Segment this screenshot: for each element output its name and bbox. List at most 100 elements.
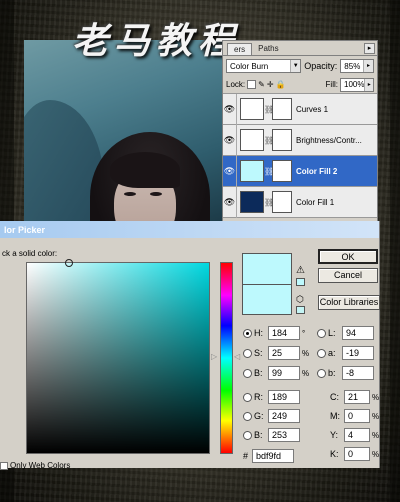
- web-safe-cube-icon[interactable]: ⬡: [296, 294, 304, 305]
- yellow-unit: %: [372, 430, 380, 440]
- lab-l-input[interactable]: 94: [342, 326, 374, 340]
- current-color-swatch[interactable]: [242, 285, 292, 315]
- web-only-row: Only Web Colors: [0, 461, 70, 470]
- layer-thumbnail[interactable]: [240, 160, 264, 182]
- hue-unit: °: [302, 328, 306, 338]
- layer-name[interactable]: Color Fill 1: [296, 198, 334, 207]
- lab-a-label: a:: [328, 348, 336, 358]
- layer-row[interactable]: 👁 ⛓ Color Fill 1: [223, 186, 377, 218]
- saturation-label: S:: [254, 348, 263, 358]
- web-only-checkbox[interactable]: [0, 461, 8, 470]
- layer-row[interactable]: 👁 ⛓ Color Fill 2: [223, 155, 377, 187]
- brightness-radio[interactable]: [243, 368, 252, 378]
- blue-radio[interactable]: [243, 430, 252, 440]
- chain-link-icon[interactable]: ⛓: [264, 198, 274, 207]
- saturation-radio[interactable]: [243, 348, 252, 358]
- cancel-button[interactable]: Cancel: [318, 268, 378, 283]
- lock-move-icon[interactable]: ✛: [267, 80, 274, 89]
- color-cursor[interactable]: [65, 259, 73, 267]
- chevron-right-icon: ▸: [364, 78, 373, 91]
- lock-all-icon[interactable]: 🔒: [276, 80, 286, 89]
- lab-b-label: b:: [328, 368, 336, 378]
- layer-list: 👁 ⛓ Curves 1 👁 ⛓ Brightness/Contr... 👁 ⛓ Color F…: [223, 93, 377, 218]
- hex-label: #: [243, 451, 249, 461]
- portrait-photo: [24, 40, 224, 222]
- panel-menu-icon[interactable]: ▸: [364, 43, 375, 54]
- color-libraries-button[interactable]: Color Libraries: [318, 295, 380, 310]
- fill-field[interactable]: 100% ▸: [340, 77, 374, 92]
- layer-name[interactable]: Curves 1: [296, 105, 328, 114]
- lab-a-radio[interactable]: [317, 348, 326, 358]
- magenta-input[interactable]: 0: [344, 409, 370, 423]
- saturation-brightness-field[interactable]: [26, 259, 210, 454]
- lab-l-radio[interactable]: [317, 328, 326, 338]
- green-radio[interactable]: [243, 411, 252, 421]
- web-safe-swatch[interactable]: [296, 306, 305, 314]
- ok-button[interactable]: OK: [318, 249, 378, 264]
- hex-input[interactable]: bdf9fd: [252, 449, 295, 463]
- hue-slider[interactable]: [220, 262, 233, 454]
- layer-mask-thumbnail[interactable]: [272, 98, 292, 120]
- opacity-label: Opacity:: [304, 61, 338, 71]
- dialog-title: lor Picker: [4, 224, 46, 235]
- layer-mask-thumbnail[interactable]: [272, 160, 292, 182]
- eye-icon[interactable]: 👁: [223, 124, 237, 156]
- hue-label: H:: [254, 328, 263, 338]
- magenta-label: M:: [330, 411, 340, 421]
- black-row: K: 0 %: [330, 447, 380, 461]
- lab-l-label: L:: [328, 328, 336, 338]
- layer-mask-thumbnail[interactable]: [272, 191, 292, 213]
- black-input[interactable]: 0: [344, 447, 370, 461]
- layer-name[interactable]: Color Fill 2: [296, 167, 337, 176]
- eye-icon[interactable]: 👁: [223, 186, 237, 218]
- layer-thumbnail[interactable]: [240, 129, 264, 151]
- brightness-label: B:: [254, 368, 263, 378]
- layer-row[interactable]: 👁 ⛓ Brightness/Contr...: [223, 124, 377, 156]
- right-eye: [150, 192, 162, 196]
- opacity-field[interactable]: 85% ▸: [340, 59, 374, 73]
- chain-link-icon[interactable]: ⛓: [264, 136, 274, 145]
- lab-l-row: L: 94: [317, 326, 374, 340]
- fill-value: 100%: [344, 80, 365, 89]
- lock-transparency-icon[interactable]: [247, 80, 257, 89]
- layer-row[interactable]: 👁 ⛓ Curves 1: [223, 93, 377, 125]
- layer-mask-thumbnail[interactable]: [272, 129, 292, 151]
- eye-icon[interactable]: 👁: [223, 155, 237, 187]
- hue-slider-right-icon[interactable]: ◁: [234, 352, 240, 361]
- lock-brush-icon[interactable]: ✎: [258, 80, 265, 89]
- cyan-input[interactable]: 21: [344, 390, 370, 404]
- chain-link-icon[interactable]: ⛓: [264, 167, 274, 176]
- blend-mode-select[interactable]: Color Burn ▼: [226, 59, 302, 73]
- lab-b-radio[interactable]: [317, 368, 326, 378]
- layer-thumbnail[interactable]: [240, 98, 264, 120]
- gamut-warning-icon[interactable]: ⚠: [296, 265, 305, 276]
- saturation-input[interactable]: 25: [268, 346, 300, 360]
- brightness-input[interactable]: 99: [268, 366, 300, 380]
- hue-radio[interactable]: [243, 328, 252, 338]
- red-radio[interactable]: [243, 392, 252, 402]
- tab-layers[interactable]: ers: [227, 43, 253, 55]
- chevron-down-icon: ▼: [290, 60, 301, 72]
- eye-icon[interactable]: 👁: [223, 93, 237, 125]
- green-input[interactable]: 249: [268, 409, 300, 423]
- lab-b-row: b: -8: [317, 366, 374, 380]
- lab-b-input[interactable]: -8: [342, 366, 374, 380]
- dialog-titlebar: lor Picker: [0, 221, 379, 238]
- new-color-swatch: [242, 253, 292, 285]
- grunge-background: 老马教程 ers Paths ▸ Color Burn ▼ Opacity: 8…: [0, 0, 400, 502]
- gamut-swatch[interactable]: [296, 278, 305, 286]
- red-row: R: 189: [243, 390, 300, 404]
- tab-paths[interactable]: Paths: [252, 43, 284, 55]
- lab-a-input[interactable]: -19: [342, 346, 374, 360]
- black-label: K:: [330, 449, 339, 459]
- hue-slider-left-icon[interactable]: ▷: [211, 352, 217, 361]
- yellow-input[interactable]: 4: [344, 428, 370, 442]
- hue-input[interactable]: 184: [268, 326, 300, 340]
- blue-input[interactable]: 253: [268, 428, 300, 442]
- magenta-row: M: 0 %: [330, 409, 380, 423]
- yellow-label: Y:: [330, 430, 339, 440]
- layer-thumbnail[interactable]: [240, 191, 264, 213]
- red-input[interactable]: 189: [268, 390, 300, 404]
- chain-link-icon[interactable]: ⛓: [264, 105, 274, 114]
- layer-name[interactable]: Brightness/Contr...: [296, 136, 362, 145]
